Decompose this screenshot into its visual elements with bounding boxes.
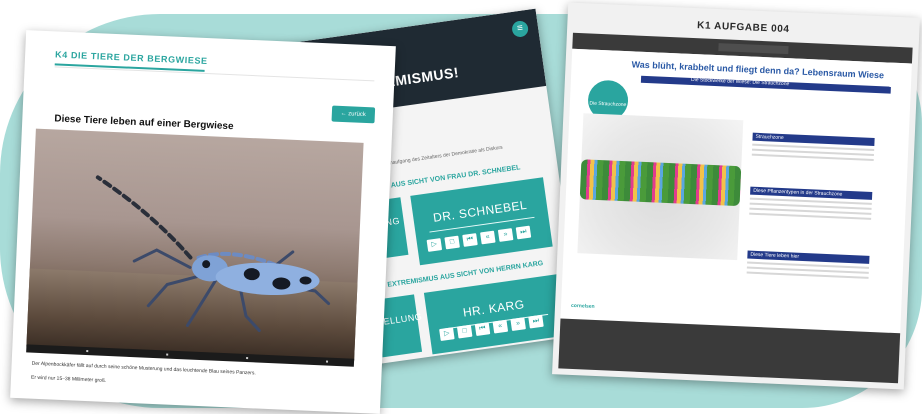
page-heading: Diese Tiere leben auf einer Bergwiese xyxy=(54,113,234,133)
intro-text: Sonnenaufgang des Zeitalters der Demokra… xyxy=(375,144,503,169)
bergwiese-card: K4 DIE TIERE DER BERGWIESE ← zurück Dies… xyxy=(10,30,396,414)
skip-forward-icon[interactable]: ⏭ xyxy=(528,314,544,329)
menu-icon[interactable]: ≡ xyxy=(511,19,530,39)
play-icon[interactable]: ▷ xyxy=(426,238,443,252)
tile-schnebel[interactable]: DR. SCHNEBEL ▷ □ ⏮ « » ⏭ xyxy=(410,177,553,266)
forward-icon[interactable]: » xyxy=(510,317,526,332)
skip-forward-icon[interactable]: ⏭ xyxy=(515,225,532,240)
forward-icon[interactable]: » xyxy=(497,228,514,242)
aufgabe-card: K1 AUFGABE 004 Was blüht, krabbelt und f… xyxy=(552,2,920,390)
info-box-1: Strauchzone xyxy=(751,132,875,164)
rewind-icon[interactable]: « xyxy=(480,230,496,245)
divider xyxy=(54,66,375,82)
beetle-illustration xyxy=(95,175,331,333)
publisher-logo: cornelsen xyxy=(570,302,595,310)
caption-2: Er wird nur 15–38 Millimeter groß. xyxy=(30,374,107,384)
info-box-3: Diese Tiere leben hier xyxy=(746,250,870,282)
marker xyxy=(325,360,329,363)
marker xyxy=(86,350,89,353)
skip-back-icon[interactable]: ⏮ xyxy=(462,233,478,247)
play-icon[interactable]: ▷ xyxy=(439,327,455,342)
skip-back-icon[interactable]: ⏮ xyxy=(474,322,491,337)
marker xyxy=(166,353,169,356)
marker xyxy=(246,357,249,360)
pdf-page: Was blüht, krabbelt und fliegt denn da? … xyxy=(560,48,912,361)
tile-schnebel-name: DR. SCHNEBEL xyxy=(432,197,528,225)
stop-icon[interactable]: □ xyxy=(456,324,473,339)
info-box-2: Diese Pflanzentypen in der Strauchzone xyxy=(749,186,873,223)
page-selector[interactable] xyxy=(718,43,789,55)
beetle-photo xyxy=(26,128,364,361)
stop-icon[interactable]: □ xyxy=(444,235,460,250)
flower-strip xyxy=(579,159,742,207)
back-button[interactable]: ← zurück xyxy=(331,105,376,124)
rewind-icon[interactable]: « xyxy=(492,319,509,334)
